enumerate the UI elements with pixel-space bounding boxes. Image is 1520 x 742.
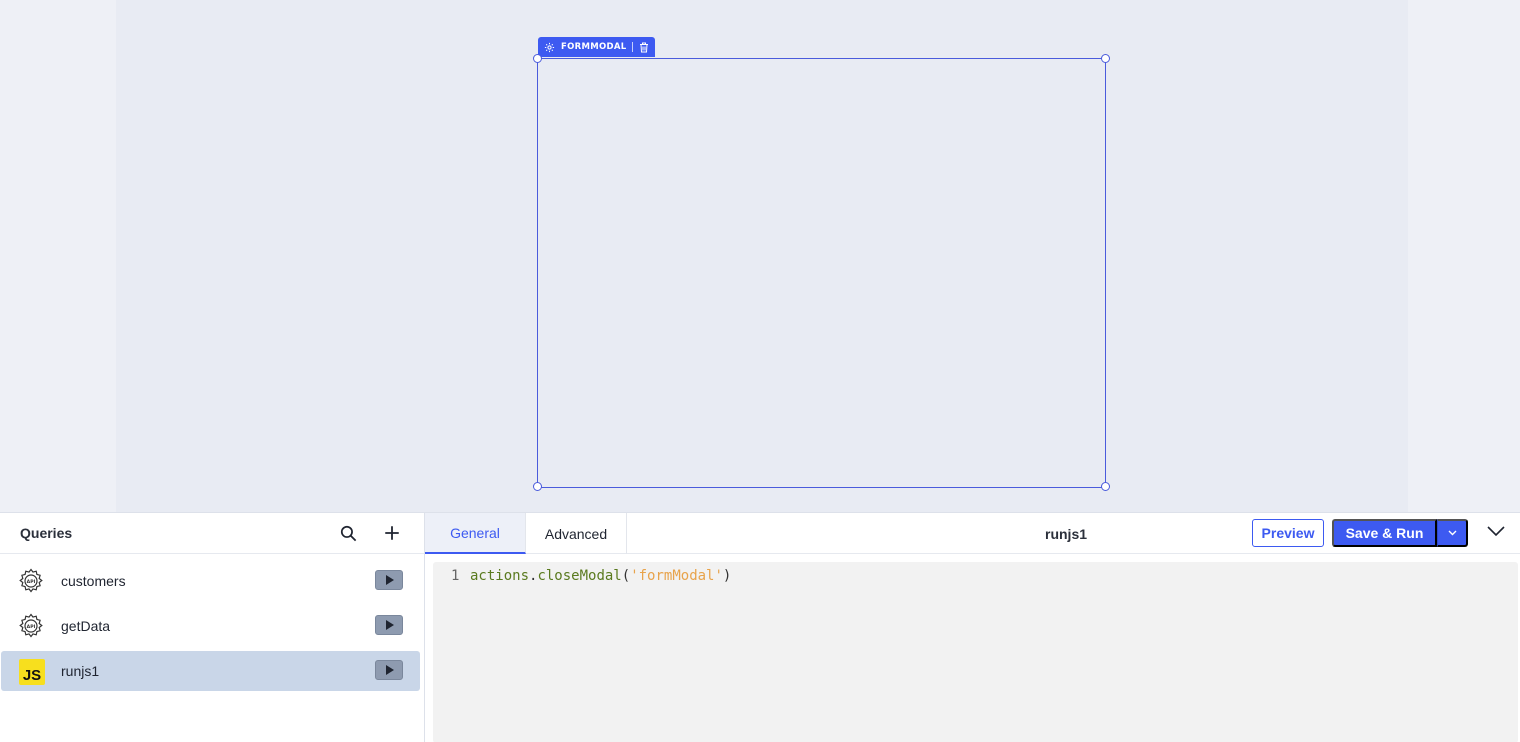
query-title[interactable]: runjs1 (1045, 526, 1087, 542)
code-line: actions.closeModal('formModal') (470, 568, 731, 584)
code-editor[interactable]: 1 actions.closeModal('formModal') (433, 562, 1518, 742)
query-name: getData (61, 618, 111, 634)
code-token-paren-open: ( (621, 568, 631, 584)
api-gear-icon: API (19, 568, 43, 593)
queries-header: Queries (0, 513, 424, 554)
api-gear-icon: API (19, 613, 43, 638)
list-item-customers[interactable]: API customers (1, 561, 420, 601)
resize-handle-top-right[interactable] (1101, 54, 1110, 63)
js-icon: JS (19, 659, 45, 685)
resize-handle-bottom-left[interactable] (533, 482, 542, 491)
run-query-button[interactable] (375, 570, 403, 590)
queries-panel: Queries API customers API getData JS run… (0, 513, 425, 742)
query-name: customers (61, 573, 126, 589)
code-token-method: closeModal (537, 568, 622, 584)
code-token-string: 'formModal' (630, 568, 723, 584)
query-manager: Queries API customers API getData JS run… (0, 512, 1520, 742)
play-icon (385, 665, 394, 675)
gear-icon[interactable] (544, 42, 555, 53)
line-number: 1 (451, 568, 460, 584)
queries-title: Queries (20, 525, 73, 541)
editor-tabs: General Advanced runjs1 Preview Save & R… (425, 513, 1520, 554)
tab-advanced[interactable]: Advanced (526, 513, 627, 554)
code-token-paren-close: ) (722, 568, 732, 584)
chevron-down-icon (1448, 530, 1456, 536)
widget-tag-formmodal[interactable]: FORMMODAL (538, 37, 656, 57)
preview-button[interactable]: Preview (1252, 519, 1324, 547)
query-editor: General Advanced runjs1 Preview Save & R… (425, 513, 1520, 742)
trash-icon[interactable] (639, 42, 649, 53)
add-query-icon[interactable] (383, 524, 401, 542)
list-item-getdata[interactable]: API getData (1, 606, 420, 646)
tag-divider (632, 42, 634, 52)
play-icon (385, 575, 394, 585)
tab-general[interactable]: General (425, 513, 526, 554)
svg-text:API: API (27, 579, 36, 585)
run-query-button[interactable] (375, 660, 403, 680)
save-run-dropdown-button[interactable] (1437, 519, 1468, 547)
query-name: runjs1 (61, 663, 100, 679)
play-icon (385, 620, 394, 630)
svg-text:API: API (27, 624, 36, 630)
code-token-object: actions (470, 568, 530, 584)
save-and-run-button[interactable]: Save & Run (1332, 519, 1437, 547)
form-modal-widget[interactable] (537, 58, 1106, 488)
resize-handle-bottom-right[interactable] (1101, 482, 1110, 491)
collapse-panel-icon[interactable] (1487, 525, 1505, 537)
resize-handle-top-left[interactable] (533, 54, 542, 63)
list-item-runjs1[interactable]: JS runjs1 (1, 651, 420, 691)
run-query-button[interactable] (375, 615, 403, 635)
widget-tag-label: FORMMODAL (561, 42, 627, 52)
search-icon[interactable] (339, 524, 358, 543)
